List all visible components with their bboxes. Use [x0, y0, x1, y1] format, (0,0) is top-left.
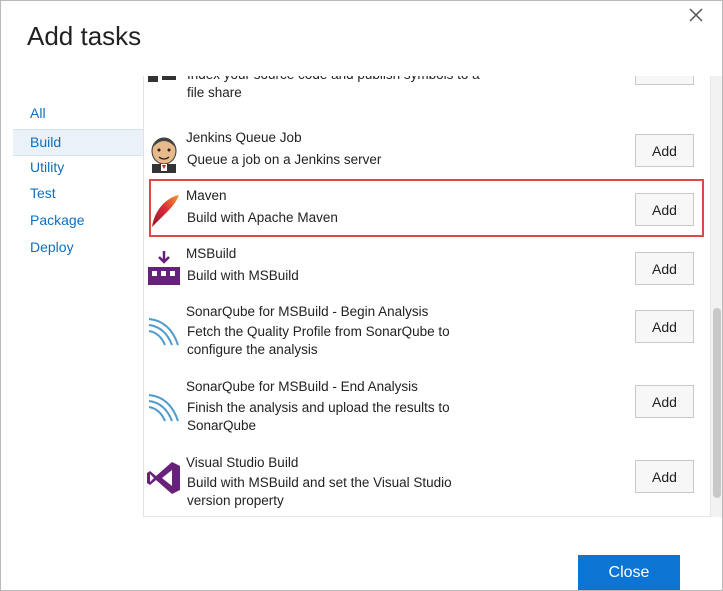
task-description: Index your source code and publish symbo…	[187, 76, 487, 102]
add-button[interactable]: Add	[635, 252, 694, 285]
task-description-line: configure the analysis	[187, 342, 318, 357]
jenkins-icon	[146, 135, 182, 173]
task-description-line: Build with MSBuild and set the Visual St…	[187, 475, 452, 490]
task-name: Visual Studio Build	[186, 455, 299, 470]
task-description-line: Index your source code and publish symbo…	[187, 76, 487, 84]
sidebar-item-build[interactable]: Build	[13, 128, 143, 156]
list-item: Jenkins Queue Job Queue a job on a Jenki…	[144, 129, 696, 184]
task-description-line: file share	[187, 85, 242, 100]
list-item: SonarQube for MSBuild - End Analysis Fin…	[144, 379, 696, 454]
sidebar-item-all[interactable]: All	[1, 102, 143, 129]
task-name: Maven	[186, 188, 227, 203]
msbuild-icon	[146, 249, 182, 285]
sidebar-item-package[interactable]: Package	[1, 209, 143, 236]
list-item: MSBuild Build with MSBuild Add	[144, 245, 696, 300]
close-icon[interactable]	[685, 4, 707, 26]
add-tasks-dialog: Add tasks All Build Utility Test Package…	[0, 0, 723, 591]
add-button[interactable]: Add	[635, 310, 694, 343]
add-button[interactable]: Add	[635, 460, 694, 493]
index-sources-icon	[146, 76, 182, 104]
task-list-scrollbar[interactable]	[711, 76, 722, 517]
task-description: Finish the analysis and upload the resul…	[187, 399, 477, 435]
task-description: Queue a job on a Jenkins server	[187, 152, 382, 167]
task-name: SonarQube for MSBuild - Begin Analysis	[186, 304, 429, 319]
sonarqube-icon	[146, 389, 182, 425]
list-item: Index your source code and publish symbo…	[144, 76, 696, 112]
task-description-line: SonarQube	[187, 418, 257, 433]
list-item: Maven Build with Apache Maven Add	[144, 187, 696, 242]
sidebar-item-utility[interactable]: Utility	[1, 156, 143, 183]
add-button[interactable]: Add	[635, 134, 694, 167]
add-button[interactable]: Add	[635, 193, 694, 226]
close-button[interactable]: Close	[578, 555, 680, 590]
maven-feather-icon	[146, 193, 182, 229]
task-description: Fetch the Quality Profile from SonarQube…	[187, 323, 477, 359]
task-description: Build with MSBuild	[187, 268, 299, 283]
task-description-line: Fetch the Quality Profile from SonarQube…	[187, 324, 450, 339]
sidebar-item-test[interactable]: Test	[1, 182, 143, 209]
list-item: SonarQube for MSBuild - Begin Analysis F…	[144, 303, 696, 378]
task-description: Build with Apache Maven	[187, 210, 338, 225]
sonarqube-icon	[146, 313, 182, 349]
task-name: MSBuild	[186, 246, 237, 261]
sidebar-item-deploy[interactable]: Deploy	[1, 236, 143, 263]
task-list: Index your source code and publish symbo…	[143, 76, 711, 517]
add-button[interactable]: Add	[635, 385, 694, 418]
visual-studio-icon	[146, 460, 182, 496]
task-description: Build with MSBuild and set the Visual St…	[187, 474, 477, 510]
add-button[interactable]: Add	[635, 76, 694, 85]
dialog-title: Add tasks	[27, 21, 142, 51]
task-description-line: version property	[187, 493, 284, 508]
list-item: Visual Studio Build Build with MSBuild a…	[144, 455, 696, 516]
category-sidebar: All Build Utility Test Package Deploy	[1, 102, 143, 263]
task-name: Jenkins Queue Job	[186, 130, 302, 145]
task-description-line: Finish the analysis and upload the resul…	[187, 400, 450, 415]
scrollbar-thumb[interactable]	[713, 308, 721, 498]
task-name: SonarQube for MSBuild - End Analysis	[186, 379, 418, 394]
